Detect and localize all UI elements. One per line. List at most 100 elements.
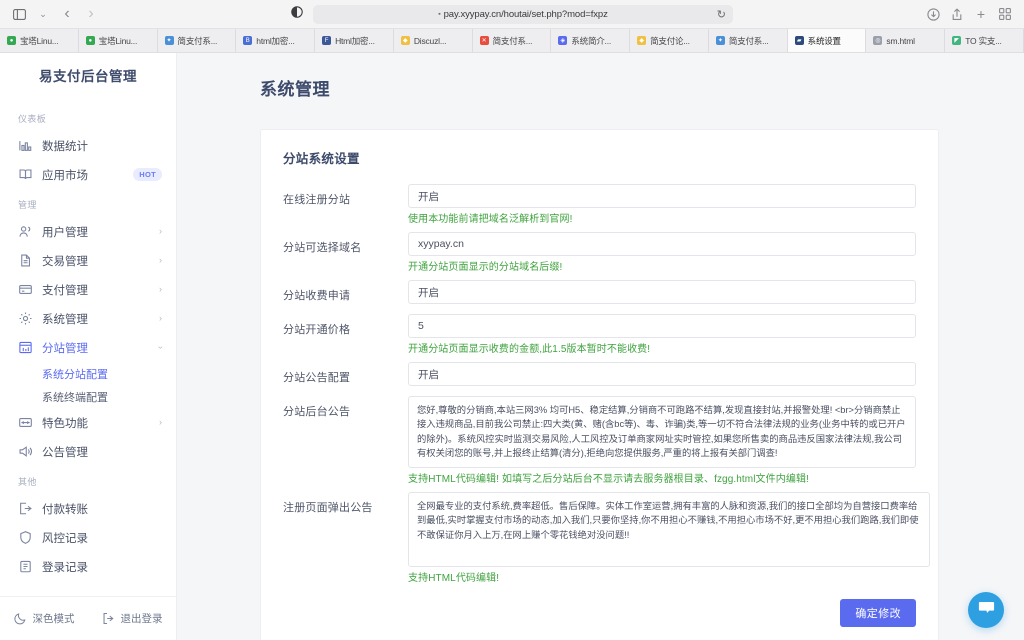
nav-group-title: 仪表板 xyxy=(0,103,176,131)
shield-icon xyxy=(18,530,33,545)
forward-button[interactable]: › xyxy=(80,4,102,24)
sidebar: 易支付后台管理 仪表板数据统计应用市场HOT管理用户管理›交易管理›支付管理›系… xyxy=(0,53,177,640)
users-icon xyxy=(18,224,33,239)
sliders-icon xyxy=(18,415,33,430)
sidebar-item-3[interactable]: 系统管理› xyxy=(0,304,176,333)
sidebar-item-1[interactable]: 风控记录 xyxy=(0,523,176,552)
sidebar-item-label: 风控记录 xyxy=(42,530,162,546)
dark-mode-toggle[interactable]: 深色模式 xyxy=(0,611,88,626)
reload-icon[interactable]: ↻ xyxy=(717,8,726,21)
share-icon[interactable] xyxy=(946,4,968,24)
sidebar-item-1[interactable]: 交易管理› xyxy=(0,246,176,275)
label-online-register: 在线注册分站 xyxy=(283,184,408,207)
browser-tab[interactable]: ●宝塔Linu... xyxy=(0,29,79,52)
sidebar-item-label: 用户管理 xyxy=(42,224,159,240)
sidebar-item-2[interactable]: 登录记录 xyxy=(0,552,176,581)
browser-tab[interactable]: ◤TO 实支... xyxy=(945,29,1024,52)
tab-favicon-icon: F xyxy=(322,36,331,45)
clipboard-icon xyxy=(18,559,33,574)
nav-group-title: 其他 xyxy=(0,466,176,494)
label-optional-domain: 分站可选择域名 xyxy=(283,232,408,255)
hint-optional-domain: 开通分站页面显示的分站域名后缀! xyxy=(408,256,916,280)
browser-tab[interactable]: ◆Discuzl... xyxy=(394,29,473,52)
sidebar-item-2[interactable]: 支付管理› xyxy=(0,275,176,304)
hot-badge: HOT xyxy=(133,168,162,181)
sidebar-subitem[interactable]: 系统终端配置 xyxy=(0,385,176,408)
bar-chart-icon xyxy=(18,138,33,153)
export-icon xyxy=(18,501,33,516)
page-body: 易支付后台管理 仪表板数据统计应用市场HOT管理用户管理›交易管理›支付管理›系… xyxy=(0,53,1024,640)
new-tab-button[interactable]: + xyxy=(970,4,992,24)
browser-tab[interactable]: ✦简支付系... xyxy=(709,29,788,52)
sidebar-item-0[interactable]: 付款转账 xyxy=(0,494,176,523)
hint-backend-notice: 支持HTML代码编辑! 如填写之后分站后台不显示请去服务器根目录、fzgg.ht… xyxy=(408,468,916,492)
brand-title: 易支付后台管理 xyxy=(0,53,176,97)
browser-tab[interactable]: FHtml加密... xyxy=(315,29,394,52)
tab-favicon-icon: ● xyxy=(7,36,16,45)
sidebar-item-label: 数据统计 xyxy=(42,138,162,154)
credit-card-icon xyxy=(18,282,33,297)
tab-favicon-icon: ◈ xyxy=(558,36,567,45)
sidebar-item-0[interactable]: 用户管理› xyxy=(0,217,176,246)
form-row-open-price: 分站开通价格 开通分站页面显示收费的金额,此1.5版本暂时不能收费! xyxy=(283,314,916,362)
textarea-register-popup-notice[interactable]: 全网最专业的支付系统,费率超低。售后保障。实体工作室运营,拥有丰富的人脉和资源,… xyxy=(408,492,930,567)
browser-tab[interactable]: ✕简支付系... xyxy=(473,29,552,52)
browser-tab[interactable]: ◎sm.html xyxy=(866,29,945,52)
tab-favicon-icon: ◎ xyxy=(873,36,882,45)
main-content: 系统管理 分站系统设置 在线注册分站 使用本功能前请把域名泛解析到官网! 分站可… xyxy=(177,53,1024,640)
browser-tab[interactable]: ✦简支付系... xyxy=(158,29,237,52)
label-backend-notice: 分站后台公告 xyxy=(283,396,408,419)
input-optional-domain[interactable] xyxy=(408,232,916,256)
label-register-popup-notice: 注册页面弹出公告 xyxy=(283,492,408,515)
sidebar-item-0[interactable]: 数据统计 xyxy=(0,131,176,160)
input-notice-config[interactable] xyxy=(408,362,916,386)
chat-widget-button[interactable] xyxy=(968,592,1004,628)
hint-online-register: 使用本功能前请把域名泛解析到官网! xyxy=(408,208,916,232)
form-row-online-register: 在线注册分站 使用本功能前请把域名泛解析到官网! xyxy=(283,184,916,232)
tab-label: 系统简介... xyxy=(571,35,611,47)
label-charge-apply: 分站收费申请 xyxy=(283,280,408,303)
input-charge-apply[interactable] xyxy=(408,280,916,304)
sidebar-dropdown-icon[interactable]: ⌄ xyxy=(32,4,54,24)
textarea-backend-notice[interactable]: 您好,尊敬的分销商,本站三网3% 均可H5、稳定结算,分销商不可跑路不结算,发现… xyxy=(408,396,916,468)
input-open-price[interactable] xyxy=(408,314,916,338)
tab-label: 简支付系... xyxy=(178,35,218,47)
downloads-icon[interactable] xyxy=(922,4,944,24)
tab-label: TO 实支... xyxy=(965,35,1002,47)
spacer xyxy=(408,304,916,314)
url-value: pay.xyypay.cn/houtai/set.php?mod=fxpz xyxy=(444,9,608,20)
layout-icon xyxy=(18,340,33,355)
browser-tab[interactable]: Bhtml加密... xyxy=(236,29,315,52)
form-row-backend-notice: 分站后台公告 您好,尊敬的分销商,本站三网3% 均可H5、稳定结算,分销商不可跑… xyxy=(283,396,916,492)
book-open-icon xyxy=(18,167,33,182)
tab-label: 宝塔Linu... xyxy=(99,35,137,47)
tab-overview-button[interactable] xyxy=(994,4,1016,24)
sidebar-item-5[interactable]: 特色功能› xyxy=(0,408,176,437)
hint-open-price: 开通分站页面显示收费的金额,此1.5版本暂时不能收费! xyxy=(408,338,916,362)
browser-tab[interactable]: ●宝塔Linu... xyxy=(79,29,158,52)
sidebar-toggle-icon[interactable] xyxy=(8,4,30,24)
browser-tab[interactable]: ▰系统设置 xyxy=(788,29,867,52)
input-online-register[interactable] xyxy=(408,184,916,208)
browser-tab[interactable]: ◆简支付论... xyxy=(630,29,709,52)
browser-tab[interactable]: ◈ 系统简介... xyxy=(551,29,630,52)
sidebar-item-label: 特色功能 xyxy=(42,415,159,431)
chevron-right-icon: › xyxy=(159,314,162,323)
nav-group-title: 管理 xyxy=(0,189,176,217)
sidebar-subitem[interactable]: 系统分站配置 xyxy=(0,362,176,385)
tab-label: html加密... xyxy=(256,35,294,47)
settings-card: 分站系统设置 在线注册分站 使用本功能前请把域名泛解析到官网! 分站可选择域名 … xyxy=(260,129,939,640)
sidebar-item-label: 公告管理 xyxy=(42,444,162,460)
tab-favicon-icon: ▰ xyxy=(795,36,804,45)
back-button[interactable]: ‹ xyxy=(56,4,78,24)
sidebar-item-4[interactable]: 分站管理› xyxy=(0,333,176,362)
privacy-shield-icon[interactable] xyxy=(291,5,303,23)
tab-favicon-icon: ✦ xyxy=(716,36,725,45)
sidebar-item-label: 系统管理 xyxy=(42,311,159,327)
logout-button[interactable]: 退出登录 xyxy=(88,611,176,626)
chevron-right-icon: › xyxy=(159,256,162,265)
url-input[interactable]: ▪pay.xyypay.cn/houtai/set.php?mod=fxpz ↻ xyxy=(313,5,733,24)
sidebar-item-6[interactable]: 公告管理 xyxy=(0,437,176,466)
sidebar-item-1[interactable]: 应用市场HOT xyxy=(0,160,176,189)
confirm-modify-button[interactable]: 确定修改 xyxy=(840,599,916,627)
